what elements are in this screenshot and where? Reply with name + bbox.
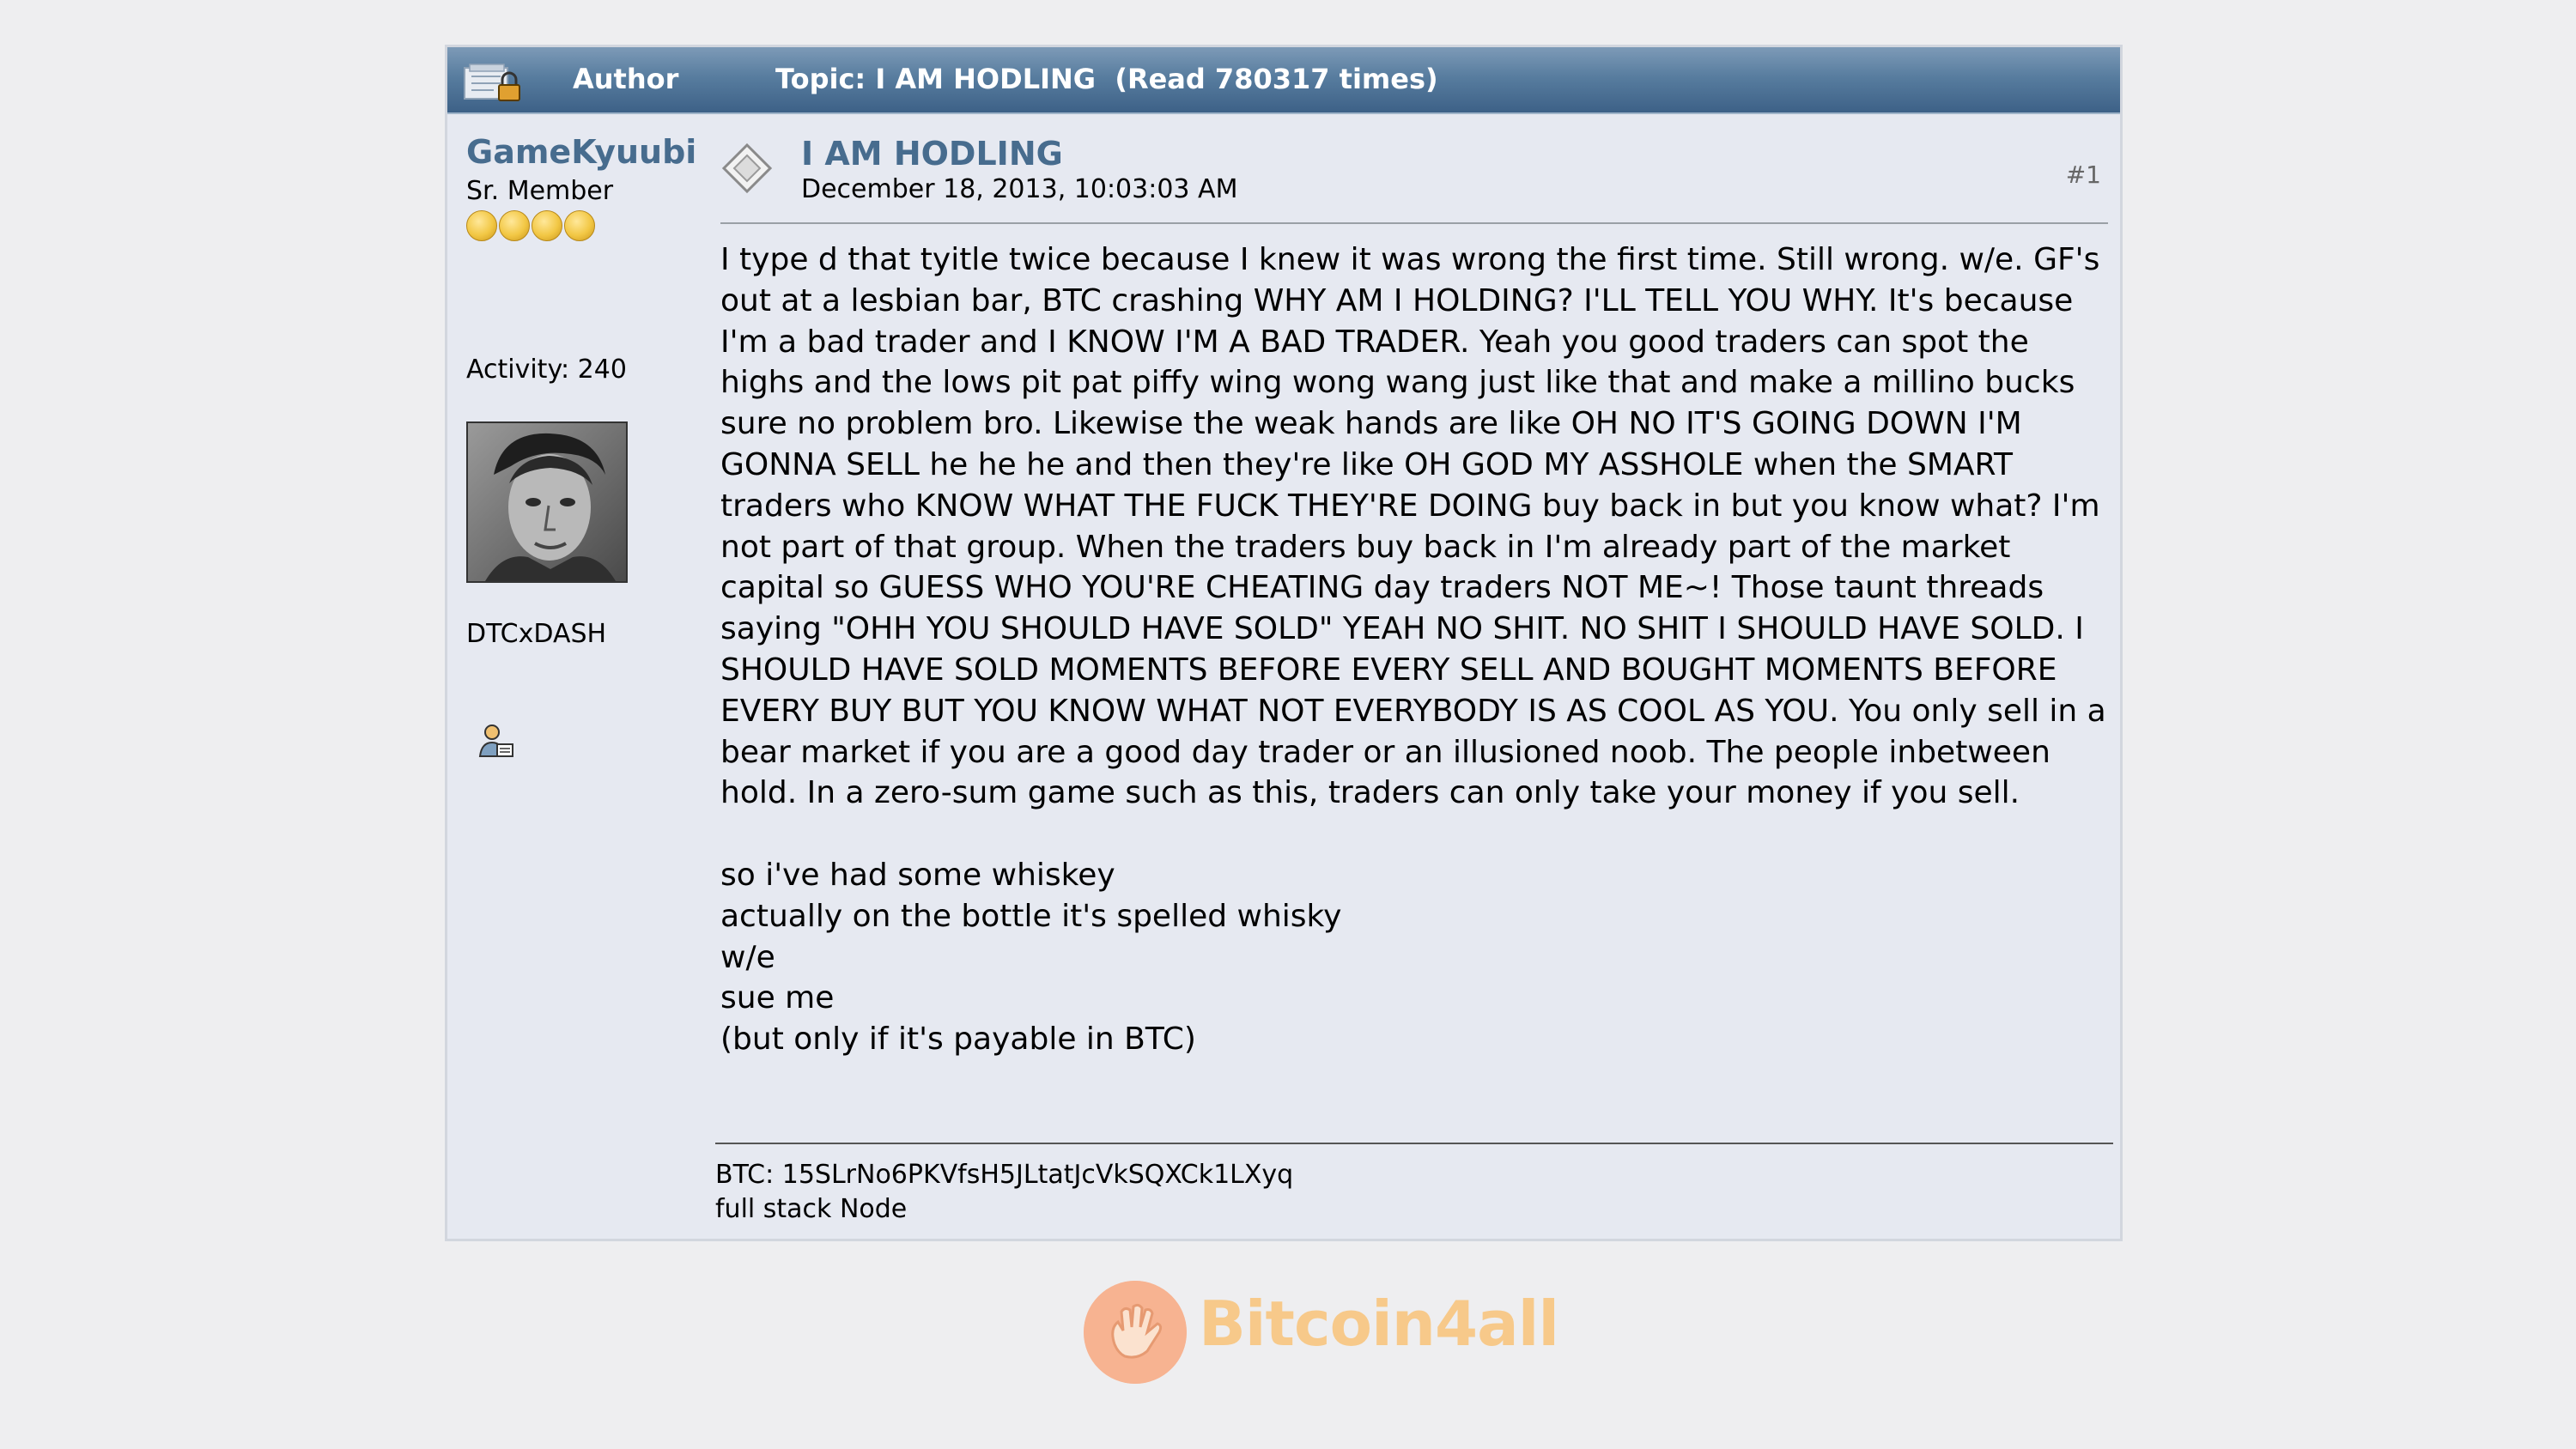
post-number-link[interactable]: #1 [2066, 161, 2101, 189]
signature-line: full stack Node [715, 1194, 908, 1224]
post-header-divider [720, 222, 2108, 224]
avatar-portrait-icon [468, 423, 626, 581]
post-diamond-icon [721, 142, 773, 194]
post-line: w/e [720, 939, 775, 975]
signature: BTC: 15SLrNo6PKVfsH5JLtatJcVkSQXCk1LXyq … [715, 1158, 1293, 1227]
post-date: December 18, 2013, 10:03:03 AM [801, 174, 1238, 204]
star-icon [466, 210, 497, 241]
avatar [466, 421, 628, 583]
forum-post-panel: Author Topic: I AM HODLING (Read 780317 … [445, 45, 2123, 1241]
poster-personal-text: DTCxDASH [466, 619, 607, 649]
topic-locked-icon [464, 64, 520, 101]
post-paragraph: I type d that tyitle twice because I kne… [720, 242, 2106, 811]
star-icon [499, 210, 530, 241]
topic-title-label: Topic: I AM HODLING (Read 780317 times) [775, 63, 1438, 95]
post-body: I type d that tyitle twice because I kne… [720, 239, 2111, 1060]
rank-stars [466, 210, 595, 241]
post-title-link[interactable]: I AM HODLING [801, 135, 1063, 173]
hand-logo-icon [1084, 1281, 1187, 1384]
author-column-label: Author [573, 63, 679, 95]
post-line: so i've had some whiskey [720, 857, 1115, 893]
signature-divider [715, 1143, 2113, 1144]
signature-btc-address: BTC: 15SLrNo6PKVfsH5JLtatJcVkSQXCk1LXyq [715, 1160, 1294, 1190]
poster-rank: Sr. Member [466, 176, 614, 206]
poster-name-link[interactable]: GameKyuubi [466, 133, 696, 171]
star-icon [532, 210, 562, 241]
poster-activity: Activity: 240 [466, 355, 627, 385]
user-profile-icon[interactable] [477, 722, 516, 761]
star-icon [564, 210, 595, 241]
topic-header-bar: Author Topic: I AM HODLING (Read 780317 … [447, 47, 2120, 114]
post-line: (but only if it's payable in BTC) [720, 1022, 1196, 1058]
post-line: actually on the bottle it's spelled whis… [720, 898, 1342, 934]
post-line: sue me [720, 980, 835, 1016]
brand-name: Bitcoin4all [1199, 1288, 1559, 1360]
